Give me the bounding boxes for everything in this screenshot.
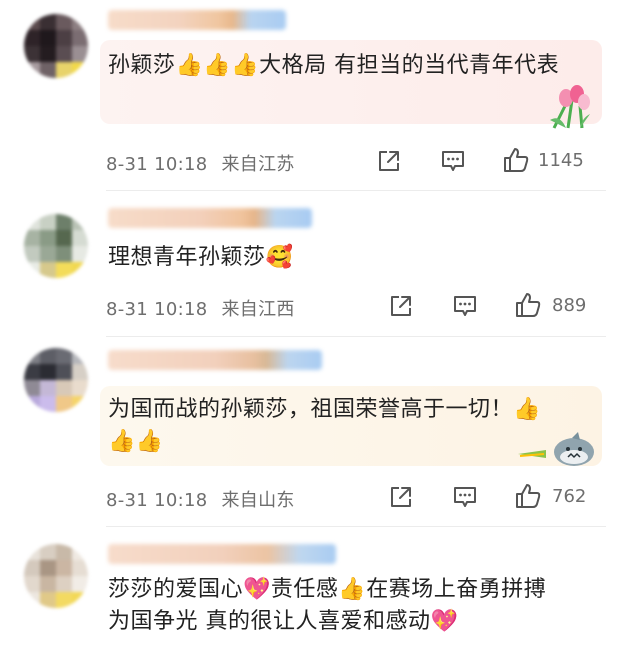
comment-text: 莎莎的爱国心💖责任感👍在赛场上奋勇拼搏 为国争光 真的很让人喜爱和感动💖	[108, 577, 547, 634]
avatar[interactable]	[24, 348, 88, 412]
comment-meta: 8-31 10:18 来自山东	[106, 486, 295, 512]
comment-location: 来自山东	[221, 490, 295, 511]
comment-item: 莎莎的爱国心💖责任感👍在赛场上奋勇拼搏 为国争光 真的很让人喜爱和感动💖	[0, 526, 624, 652]
like-count: 889	[552, 295, 587, 316]
comment-icon[interactable]	[440, 148, 466, 174]
comment-location: 来自江西	[221, 299, 295, 320]
avatar[interactable]	[24, 544, 88, 608]
username[interactable]	[108, 10, 286, 30]
username[interactable]	[108, 350, 322, 370]
comment-text: 为国而战的孙颖莎，祖国荣誉高于一切！👍👍👍	[108, 397, 541, 454]
like-count: 762	[552, 486, 587, 507]
comment-time: 8-31 10:18	[106, 490, 208, 511]
comment-text: 孙颖莎👍👍👍大格局 有担当的当代青年代表	[108, 53, 560, 78]
share-icon[interactable]	[376, 148, 402, 174]
comment-icon[interactable]	[452, 293, 478, 319]
comment-item: 为国而战的孙颖莎，祖国荣誉高于一切！👍👍👍 8-31 10:18 来自山东 76…	[0, 336, 624, 526]
thumbs-up-icon[interactable]	[514, 291, 542, 319]
like-count: 1145	[538, 150, 584, 171]
username[interactable]	[108, 544, 336, 564]
comment-icon[interactable]	[452, 484, 478, 510]
share-icon[interactable]	[388, 293, 414, 319]
avatar[interactable]	[24, 14, 88, 78]
share-icon[interactable]	[388, 484, 414, 510]
comment-meta: 8-31 10:18 来自江西	[106, 295, 295, 321]
avatar[interactable]	[24, 214, 88, 278]
comment-item: 理想青年孙颖莎🥰 8-31 10:18 来自江西 889	[0, 190, 624, 336]
comment-location: 来自江苏	[221, 154, 295, 175]
shark-decoration	[518, 432, 594, 466]
username[interactable]	[108, 208, 312, 228]
thumbs-up-icon[interactable]	[502, 146, 530, 174]
tulip-decoration	[550, 85, 590, 129]
thumbs-up-icon[interactable]	[514, 482, 542, 510]
comment-time: 8-31 10:18	[106, 154, 208, 175]
comment-meta: 8-31 10:18 来自江苏	[106, 150, 295, 176]
comment-item: 孙颖莎👍👍👍大格局 有担当的当代青年代表 8-31 10:18 来自江苏 114…	[0, 0, 624, 190]
comment-text: 理想青年孙颖莎🥰	[108, 245, 294, 270]
comment-time: 8-31 10:18	[106, 299, 208, 320]
